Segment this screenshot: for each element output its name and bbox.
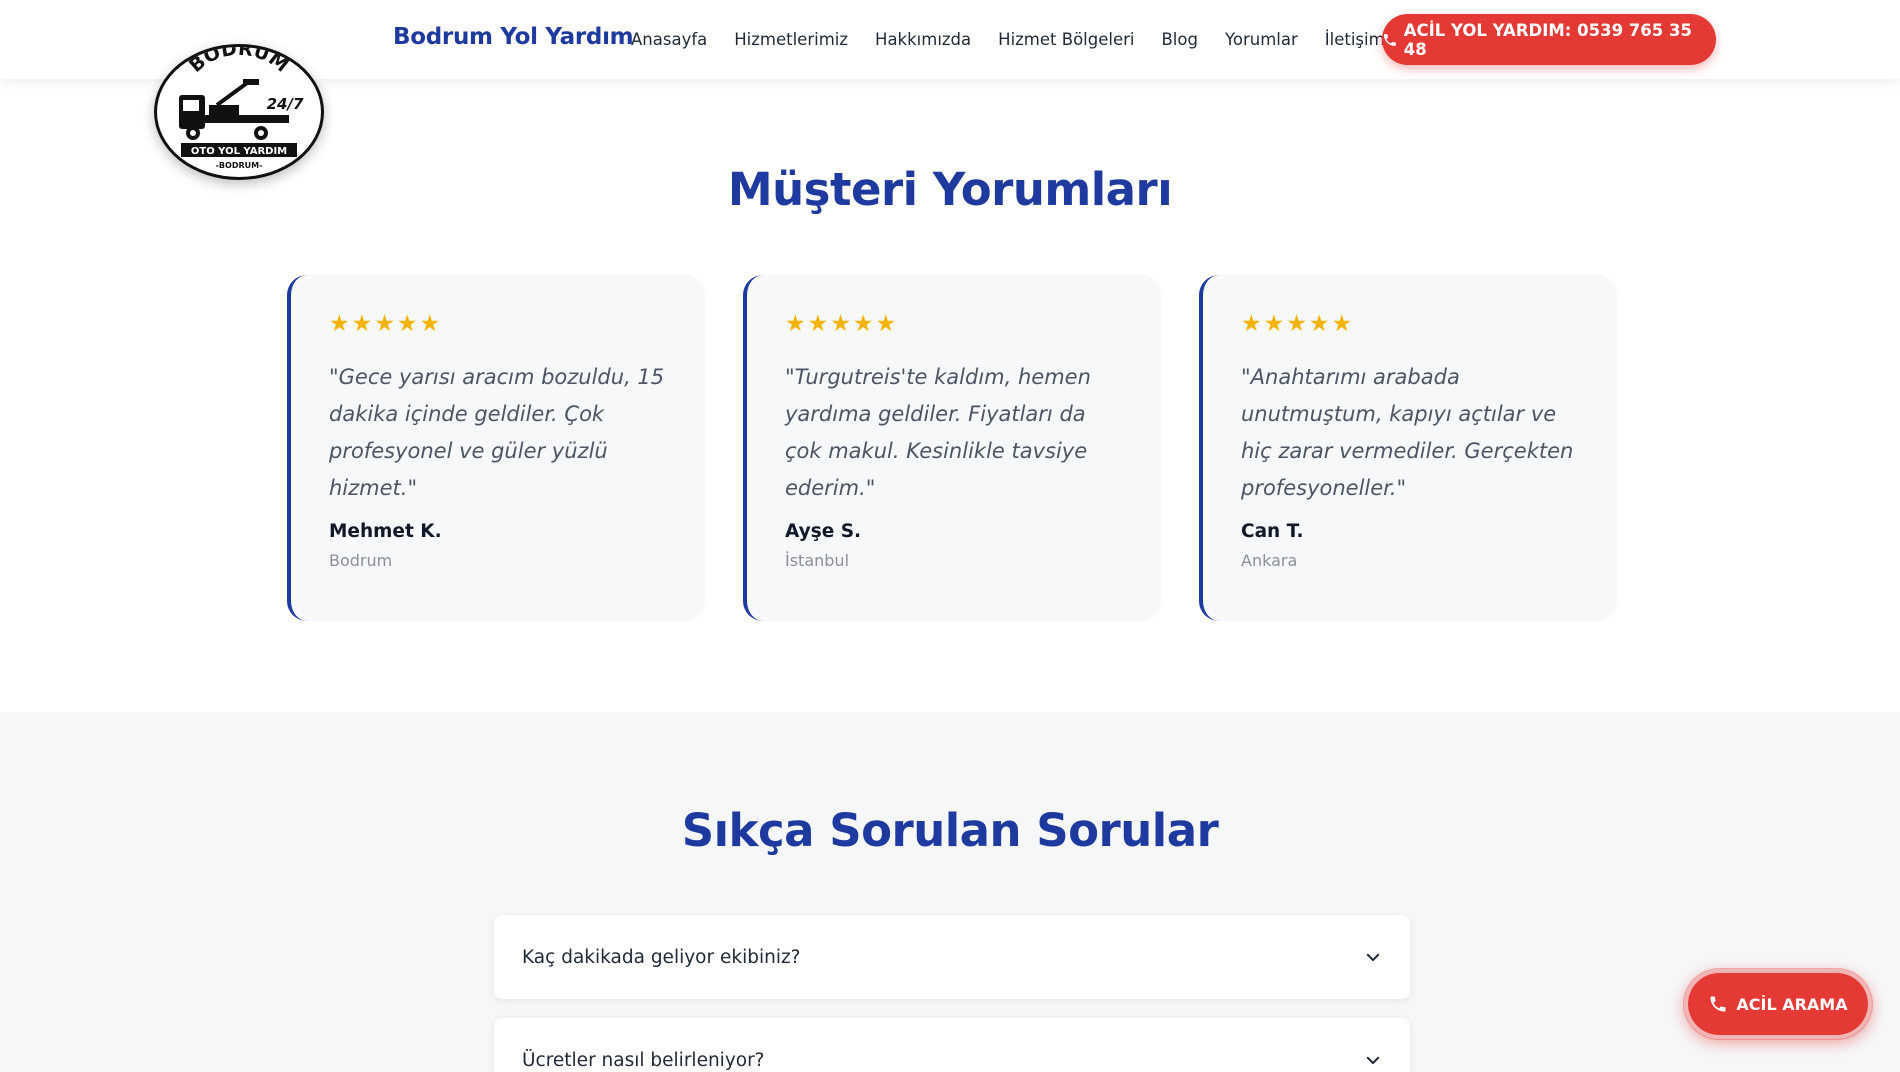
emergency-call-label: ACİL YOL YARDIM: 0539 765 35 48 bbox=[1403, 20, 1692, 59]
svg-text:BODRUM: BODRUM bbox=[185, 47, 293, 77]
nav-link-about[interactable]: Hakkımızda bbox=[875, 30, 971, 49]
reviewer-name: Mehmet K. bbox=[329, 521, 442, 542]
testimonial-list: ★★★★★ "Gece yarısı aracım bozuldu, 15 da… bbox=[287, 275, 1617, 621]
floating-button-label: ACİL ARAMA bbox=[1736, 994, 1848, 1014]
reviewer-city: Bodrum bbox=[329, 551, 393, 570]
logo-top-text: BODRUM bbox=[185, 47, 293, 77]
logo-bottom-text: -BODRUM- bbox=[216, 161, 263, 170]
logo-band-text: OTO YOL YARDIM bbox=[191, 146, 287, 157]
tow-truck-logo: BODRUM 24/7 OTO YOL YARDIM -BODRUM- bbox=[179, 47, 304, 170]
brand-name[interactable]: Bodrum Yol Yardım bbox=[393, 24, 634, 50]
logo-badge-text: 24/7 bbox=[267, 95, 304, 113]
nav-link-home[interactable]: Anasayfa bbox=[631, 30, 707, 49]
reviewer-name: Ayşe S. bbox=[785, 521, 862, 542]
nav-link-contact[interactable]: İletişim bbox=[1325, 30, 1385, 49]
faq-question: Kaç dakikada geliyor ekibiniz? bbox=[522, 946, 801, 968]
nav-link-regions[interactable]: Hizmet Bölgeleri bbox=[998, 30, 1134, 49]
emergency-call-button[interactable]: ACİL YOL YARDIM: 0539 765 35 48 bbox=[1382, 14, 1716, 65]
testimonial-card: ★★★★★ "Turgutreis'te kaldım, hemen yardı… bbox=[743, 275, 1161, 621]
nav-link-services[interactable]: Hizmetlerimiz bbox=[734, 30, 848, 49]
reviewer-name: Can T. bbox=[1241, 521, 1304, 542]
star-rating: ★★★★★ bbox=[785, 311, 899, 337]
nav-link-blog[interactable]: Blog bbox=[1161, 30, 1197, 49]
faq-item[interactable]: Kaç dakikada geliyor ekibiniz? bbox=[494, 915, 1410, 999]
star-rating: ★★★★★ bbox=[1241, 311, 1355, 337]
faq-title: Sıkça Sorulan Sorular bbox=[681, 804, 1219, 857]
testimonial-quote: "Anahtarımı arabada unutmuştum, kapıyı a… bbox=[1241, 365, 1574, 500]
testimonial-quote: "Gece yarısı aracım bozuldu, 15 dakika i… bbox=[329, 365, 665, 500]
floating-emergency-button[interactable]: ACİL ARAMA bbox=[1683, 968, 1873, 1040]
reviewer-city: Ankara bbox=[1241, 551, 1298, 570]
chevron-down-icon[interactable] bbox=[1364, 948, 1382, 966]
phone-icon bbox=[1383, 33, 1396, 46]
faq-item[interactable]: Ücretler nasıl belirleniyor? bbox=[494, 1018, 1410, 1072]
site-logo[interactable]: BODRUM 24/7 OTO YOL YARDIM -BODRUM- bbox=[154, 44, 324, 180]
reviewer-city: İstanbul bbox=[785, 551, 850, 570]
star-rating: ★★★★★ bbox=[329, 311, 443, 337]
testimonial-card: ★★★★★ "Gece yarısı aracım bozuldu, 15 da… bbox=[287, 275, 705, 621]
phone-icon bbox=[1710, 996, 1726, 1012]
testimonial-card: ★★★★★ "Anahtarımı arabada unutmuştum, ka… bbox=[1199, 275, 1617, 621]
testimonial-quote: "Turgutreis'te kaldım, hemen yardıma gel… bbox=[785, 365, 1091, 500]
nav-link-reviews[interactable]: Yorumlar bbox=[1225, 30, 1298, 49]
main-nav: Anasayfa Hizmetlerimiz Hakkımızda Hizmet… bbox=[631, 30, 1412, 49]
faq-question: Ücretler nasıl belirleniyor? bbox=[522, 1049, 765, 1071]
testimonials-title: Müşteri Yorumları bbox=[727, 163, 1173, 216]
chevron-down-icon[interactable] bbox=[1364, 1051, 1382, 1069]
